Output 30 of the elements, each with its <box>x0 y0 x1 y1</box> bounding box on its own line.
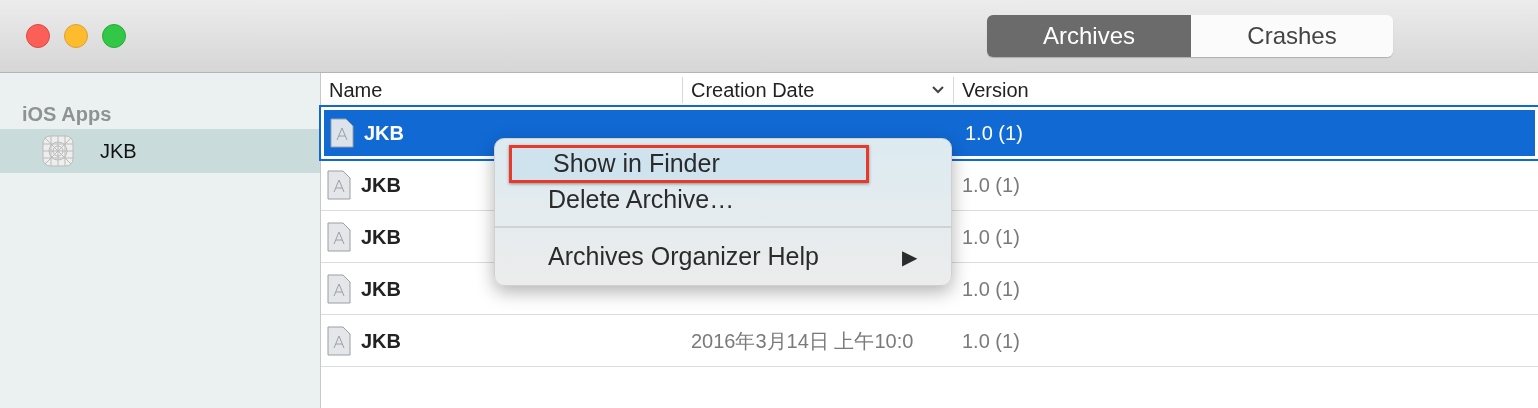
sidebar-section-title: iOS Apps <box>21 102 113 127</box>
tab[interactable]: Crashes <box>1191 15 1393 57</box>
table-cell-text: 1.0 (1) <box>961 328 1020 354</box>
column-header[interactable]: Creation Date <box>682 76 953 103</box>
table-cell-text: JKB <box>364 121 404 146</box>
zoom-window-button[interactable] <box>102 24 126 48</box>
column-header[interactable]: Name <box>321 76 682 103</box>
archive-document-icon <box>327 169 351 200</box>
close-window-button[interactable] <box>26 24 50 48</box>
app-icon <box>42 135 74 167</box>
table-cell-text: JKB <box>361 276 401 302</box>
table-cell-text: 1.0 (1) <box>964 121 1023 146</box>
archive-document-icon <box>327 273 351 304</box>
table-cell-text: 1.0 (1) <box>961 276 1020 302</box>
column-header[interactable]: Version <box>953 76 1538 103</box>
table-row[interactable]: JKB 2016年3月14日 上午10:0 1.0 (1) <box>321 315 1538 367</box>
minimize-window-button[interactable] <box>64 24 88 48</box>
table-cell-text: JKB <box>361 328 401 354</box>
table-cell-text: JKB <box>361 224 401 250</box>
table-cell-text: JKB <box>361 172 401 198</box>
archive-document-icon <box>330 118 354 148</box>
table-cell-text: 1.0 (1) <box>961 172 1020 198</box>
menu-item[interactable]: Show in Finder <box>509 145 869 183</box>
archive-document-icon <box>327 325 351 356</box>
menu-item[interactable]: Delete Archive… <box>507 181 939 219</box>
archive-document-icon <box>327 221 351 252</box>
tab[interactable]: Archives <box>987 15 1191 57</box>
sidebar-item[interactable]: JKB <box>0 129 320 173</box>
table-cell-text: 1.0 (1) <box>961 224 1020 250</box>
table-cell: 2016年3月14日 上午10:0 <box>691 329 914 352</box>
